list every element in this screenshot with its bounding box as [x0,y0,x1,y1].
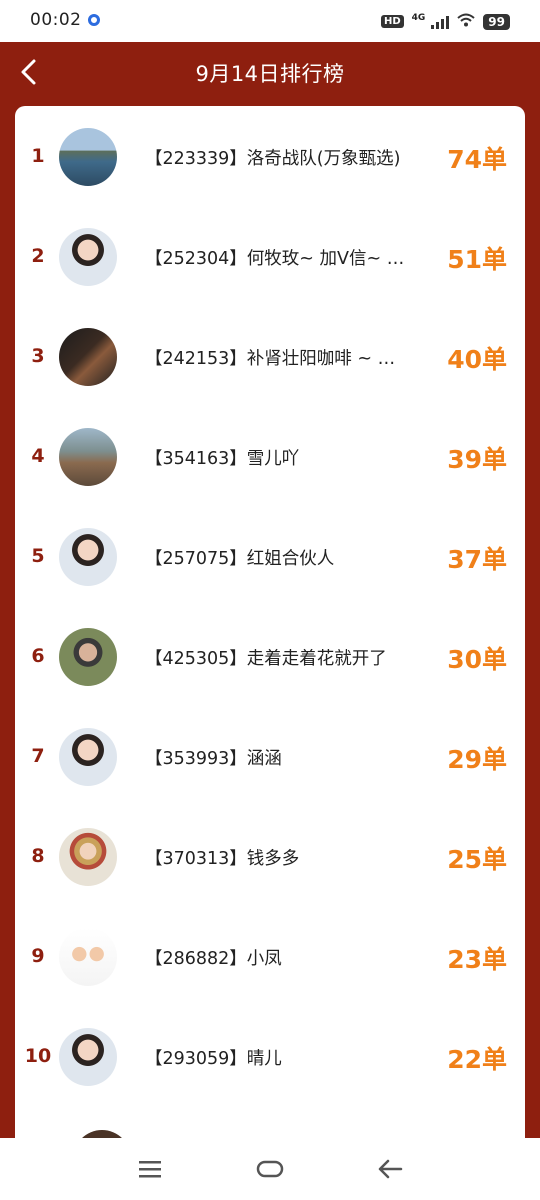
member-name: 【353993】涵涵 [145,749,282,769]
signal-icon [431,15,450,29]
battery-icon: 99 [483,13,510,30]
rank-number: 3 [31,345,45,367]
rank-number: 8 [31,845,45,867]
member-name: 【242153】补肾壮阳咖啡 ~ … [145,349,396,369]
order-count: 37单 [447,545,507,574]
rank-number: 1 [31,145,45,167]
ranking-row[interactable]: 10 【293059】晴儿 22单 [15,1007,525,1107]
avatar [59,728,117,786]
member-name: 【286882】小凤 [145,949,282,969]
hd-icon: HD [380,15,404,28]
order-count: 40单 [447,345,507,374]
ranking-row[interactable]: 5 【257075】红姐合伙人 37单 [15,507,525,607]
member-name: 【223339】洛奇战队(万象甄选) [145,149,401,169]
status-time: 00:02 [30,10,82,30]
system-nav-bar [0,1138,540,1200]
ranking-row[interactable]: 8 【370313】钱多多 25单 [15,807,525,907]
page-title: 9月14日排行榜 [195,62,345,86]
ranking-row[interactable]: 9 【286882】小凤 23单 [15,907,525,1007]
network-label: 4G [411,12,426,23]
member-name: 【370313】钱多多 [145,849,300,869]
order-count: 74单 [447,145,507,174]
order-count: 51单 [447,245,507,274]
order-count: 22单 [447,1045,507,1074]
avatar [59,228,117,286]
back-nav-button[interactable] [370,1152,410,1186]
avatar [59,128,117,186]
rank-number: 10 [24,1045,52,1067]
order-count: 23单 [447,945,507,974]
menu-icon [139,1161,161,1178]
rank-number: 7 [31,745,45,767]
member-name: 【257075】红姐合伙人 [145,549,335,569]
avatar [59,328,117,386]
rank-number: 6 [31,645,45,667]
avatar [59,528,117,586]
member-name: 【252304】何牧玫~ 加V信~ … [145,249,405,269]
ranking-row[interactable]: 1 【223339】洛奇战队(万象甄选) 74单 [15,107,525,207]
rank-number: 9 [31,945,45,967]
rank-number: 2 [31,245,45,267]
avatar [59,928,117,986]
avatar [59,628,117,686]
order-count: 39单 [447,445,507,474]
arrow-left-icon [378,1159,403,1179]
status-bar: 00:02 HD 4G 99 [0,0,540,42]
ranking-row[interactable]: 3 【242153】补肾壮阳咖啡 ~ … 40单 [15,307,525,407]
order-count: 30单 [447,645,507,674]
notification-icon [88,14,100,26]
ranking-list: 1 【223339】洛奇战队(万象甄选) 74单 2 【252304】何牧玫~ 加V信~… [15,106,525,1146]
ranking-row[interactable]: 4 【354163】雪儿吖 39单 [15,407,525,507]
wifi-icon [457,12,475,31]
home-button[interactable] [250,1152,290,1186]
status-icons: HD 4G 99 [380,12,510,31]
rank-number: 4 [31,445,45,467]
order-count: 29单 [447,745,507,774]
home-icon [256,1160,284,1178]
member-name: 【293059】晴儿 [145,1049,282,1069]
member-name: 【425305】走着走着花就开了 [145,649,387,669]
ranking-row[interactable]: 2 【252304】何牧玫~ 加V信~ … 51单 [15,207,525,307]
avatar [59,1028,117,1086]
ranking-row[interactable]: 6 【425305】走着走着花就开了 30单 [15,607,525,707]
rank-number: 5 [31,545,45,567]
avatar [59,428,117,486]
avatar [59,828,117,886]
member-name: 【354163】雪儿吖 [145,449,300,469]
menu-button[interactable] [130,1152,170,1186]
order-count: 25单 [447,845,507,874]
ranking-row[interactable]: 7 【353993】涵涵 29单 [15,707,525,807]
